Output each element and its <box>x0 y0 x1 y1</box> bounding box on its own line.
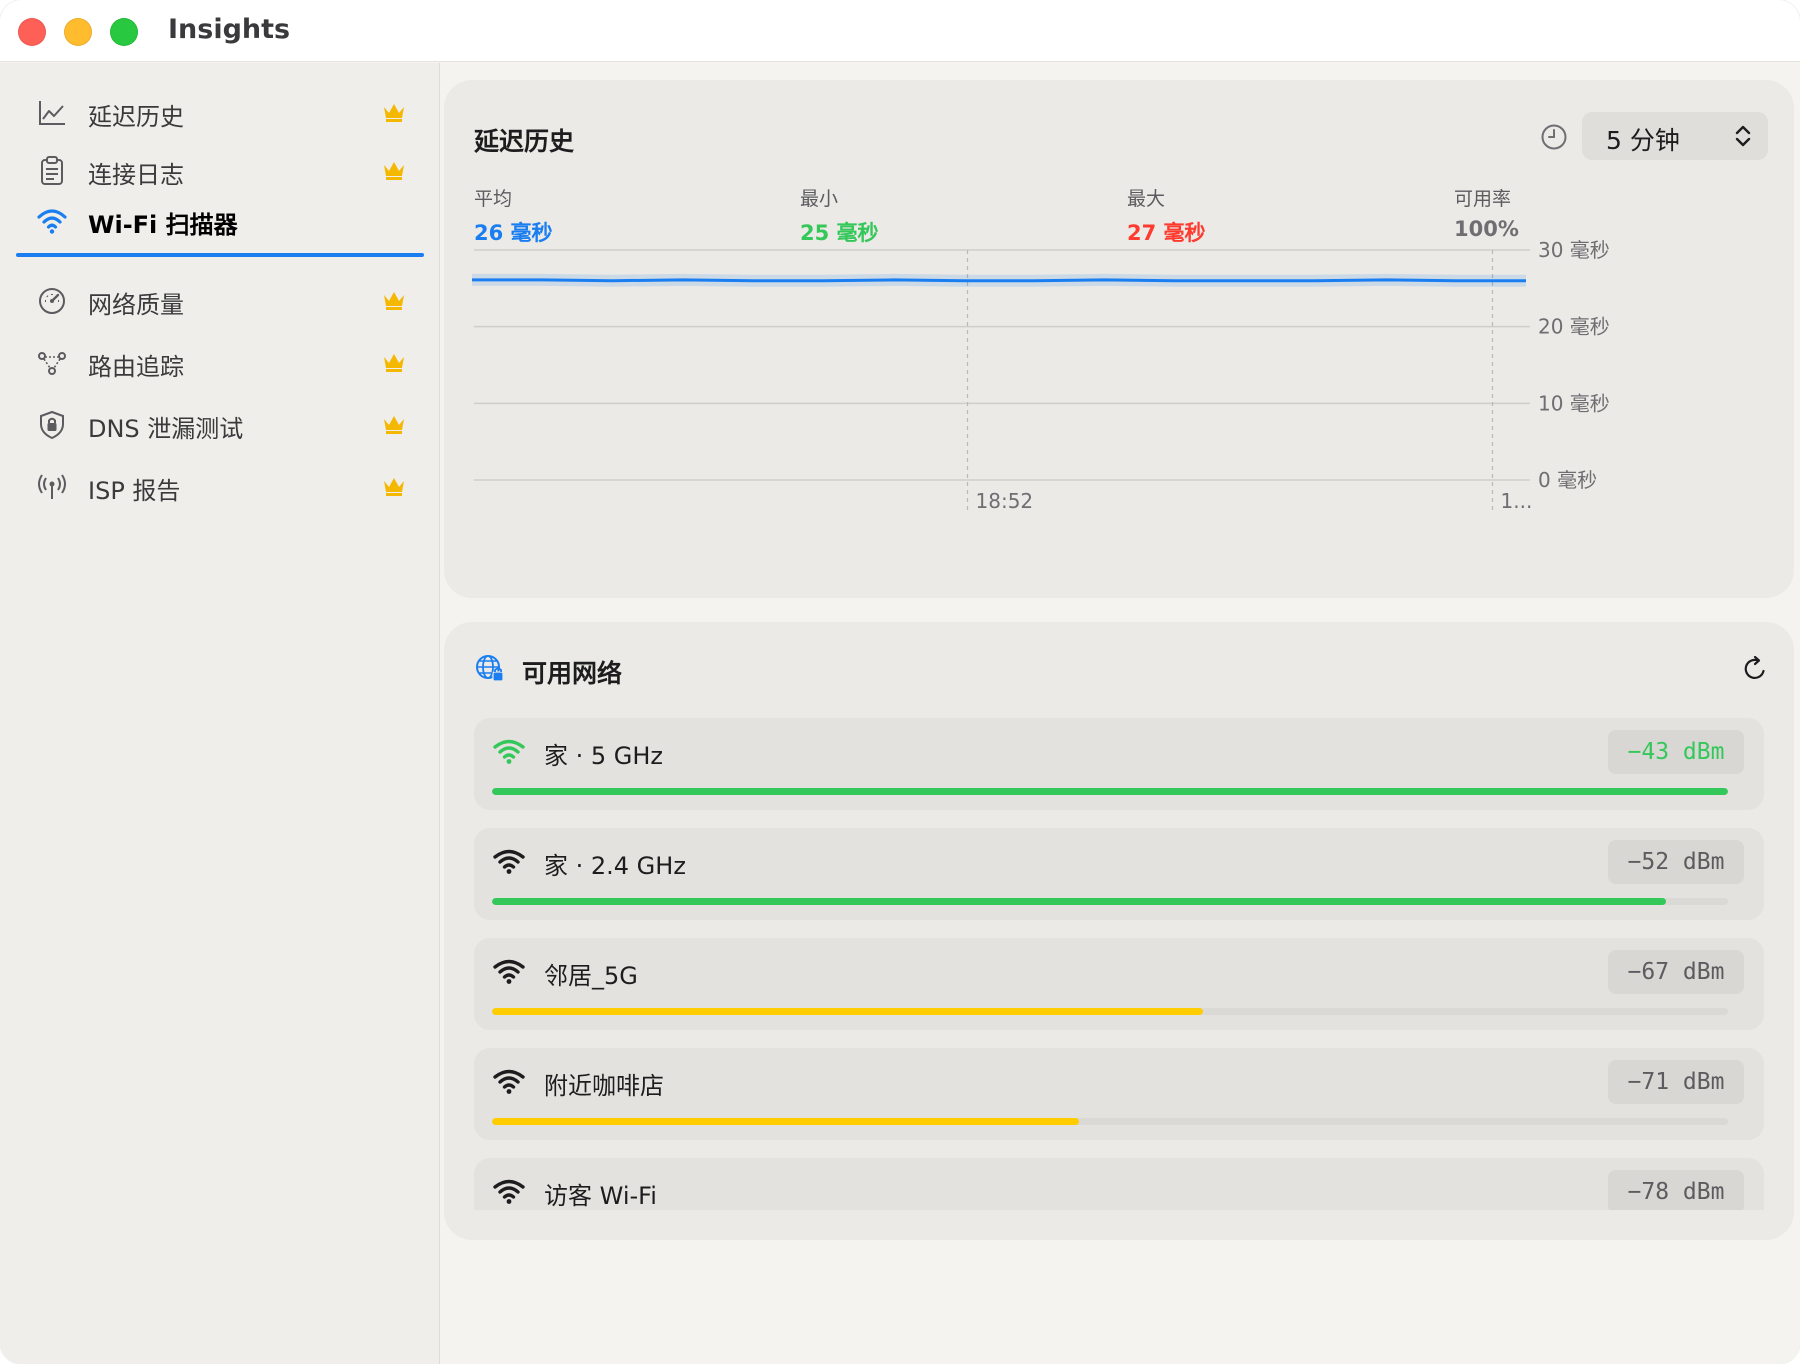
y-tick-label: 0 毫秒 <box>1538 468 1597 492</box>
globe-lock-icon <box>476 655 504 682</box>
sidebar-item-label: Wi-Fi 扫描器 <box>88 211 238 239</box>
network-name: 家 · 2.4 GHz <box>544 852 686 880</box>
minimize-window-button[interactable] <box>64 18 92 46</box>
card-title: 可用网络 <box>522 659 623 688</box>
stat-label: 最小 <box>800 188 839 210</box>
signal-bar-track <box>492 1118 1728 1125</box>
y-tick-label: 10 毫秒 <box>1538 391 1610 415</box>
stat-availability: 可用率 100% <box>1454 184 1519 241</box>
sidebar-item-label: DNS 泄漏测试 <box>88 415 244 443</box>
refresh-icon[interactable] <box>1740 654 1770 684</box>
latency-history-card: 延迟历史 5 分钟 平均 26 毫秒 最小 25 毫秒 最大 27 毫秒 可用率… <box>444 80 1794 598</box>
signal-bar-fill <box>492 898 1667 905</box>
sidebar-item-label: ISP 报告 <box>88 477 181 505</box>
stat-label: 最大 <box>1127 188 1166 210</box>
sidebar-item-network-quality[interactable]: 网络质量 <box>16 273 424 329</box>
network-row-0[interactable]: 家 · 5 GHz −43 dBm <box>474 718 1764 810</box>
wifi-signal-icon <box>493 849 525 874</box>
y-tick-label: 30 毫秒 <box>1538 238 1610 262</box>
latency-chart: 30 毫秒 20 毫秒 10 毫秒 0 毫秒 18:52 1... <box>472 238 1610 513</box>
signal-strength-badge: −52 dBm <box>1608 840 1744 884</box>
zoom-window-button[interactable] <box>110 18 138 46</box>
network-name: 访客 Wi-Fi <box>544 1182 657 1210</box>
wifi-signal-icon <box>493 1179 525 1204</box>
shield-lock-icon <box>40 410 64 440</box>
app-window: Insights 延迟历史 连接日志 Wi-Fi 扫描器 网络质量 路由追踪 D… <box>0 0 1800 1364</box>
x-tick-label: 18:52 <box>976 489 1034 513</box>
signal-strength-badge: −71 dBm <box>1608 1060 1744 1104</box>
signal-bar-track <box>492 1008 1728 1015</box>
crown-icon <box>384 354 404 372</box>
signal-bar-fill <box>492 788 1728 795</box>
wifi-icon <box>37 209 67 234</box>
sidebar-item-latency-history[interactable]: 延迟历史 <box>16 85 424 141</box>
sidebar-item-label: 网络质量 <box>88 291 184 319</box>
stat-maximum: 最大 27 毫秒 <box>1127 184 1206 247</box>
signal-bar-fill <box>492 1118 1080 1125</box>
route-nodes-icon <box>38 352 66 375</box>
sidebar-item-wifi-scanner[interactable]: Wi-Fi 扫描器 <box>16 193 424 257</box>
crown-icon <box>384 104 404 122</box>
antenna-icon <box>38 474 66 499</box>
network-list: 家 · 5 GHz −43 dBm 家 · 2.4 GHz −52 dBm 邻居… <box>474 718 1764 1210</box>
signal-strength-badge: −78 dBm <box>1608 1170 1744 1210</box>
time-range-dropdown[interactable]: 5 分钟 <box>1582 112 1768 160</box>
network-row-4[interactable]: 访客 Wi-Fi −78 dBm <box>474 1158 1764 1210</box>
stat-average: 平均 26 毫秒 <box>474 184 553 247</box>
time-range-value: 5 分钟 <box>1606 126 1680 155</box>
card-title: 延迟历史 <box>474 127 575 156</box>
line-chart-icon <box>39 101 65 125</box>
sidebar-item-connection-log[interactable]: 连接日志 <box>16 143 424 199</box>
signal-bar-track <box>492 788 1728 795</box>
network-row-2[interactable]: 邻居_5G −67 dBm <box>474 938 1764 1030</box>
clipboard-icon <box>41 156 63 185</box>
chevron-up-down-icon <box>1735 125 1751 147</box>
signal-strength-badge: −43 dBm <box>1608 730 1744 774</box>
signal-strength-badge: −67 dBm <box>1608 950 1744 994</box>
crown-icon <box>384 162 404 180</box>
sidebar-item-traceroute[interactable]: 路由追踪 <box>16 335 424 391</box>
sidebar-item-dns-leak-test[interactable]: DNS 泄漏测试 <box>16 397 424 453</box>
wifi-signal-icon <box>493 1069 525 1094</box>
wifi-signal-icon <box>493 959 525 984</box>
stat-minimum: 最小 25 毫秒 <box>800 184 879 247</box>
available-networks-card: 可用网络 家 · 5 GHz −43 dBm 家 · 2.4 GHz −52 d… <box>444 622 1794 1240</box>
wifi-signal-icon <box>493 739 525 764</box>
sidebar: 延迟历史 连接日志 Wi-Fi 扫描器 网络质量 路由追踪 DNS 泄漏测试 I… <box>0 63 440 1364</box>
clock-icon <box>1541 124 1567 150</box>
gauge-icon <box>39 288 65 314</box>
network-row-3[interactable]: 附近咖啡店 −71 dBm <box>474 1048 1764 1140</box>
network-name: 邻居_5G <box>544 962 638 990</box>
series-line <box>472 278 1526 283</box>
window-title: Insights <box>168 14 291 45</box>
stat-label: 可用率 <box>1454 188 1512 210</box>
network-row-1[interactable]: 家 · 2.4 GHz −52 dBm <box>474 828 1764 920</box>
close-window-button[interactable] <box>18 18 46 46</box>
signal-bar-track <box>492 898 1728 905</box>
crown-icon <box>384 292 404 310</box>
sidebar-item-isp-report[interactable]: ISP 报告 <box>16 459 424 515</box>
signal-bar-fill <box>492 1008 1203 1015</box>
x-tick-label: 1... <box>1501 489 1533 513</box>
sidebar-item-label: 延迟历史 <box>88 103 184 131</box>
crown-icon <box>384 416 404 434</box>
network-name: 附近咖啡店 <box>544 1072 664 1100</box>
stat-label: 平均 <box>474 188 513 210</box>
sidebar-item-label: 路由追踪 <box>88 353 184 381</box>
stat-value: 100% <box>1454 217 1519 241</box>
y-tick-label: 20 毫秒 <box>1538 315 1610 339</box>
title-bar: Insights <box>0 0 1800 62</box>
sidebar-item-label: 连接日志 <box>88 161 184 189</box>
network-name: 家 · 5 GHz <box>544 742 664 770</box>
crown-icon <box>384 478 404 496</box>
